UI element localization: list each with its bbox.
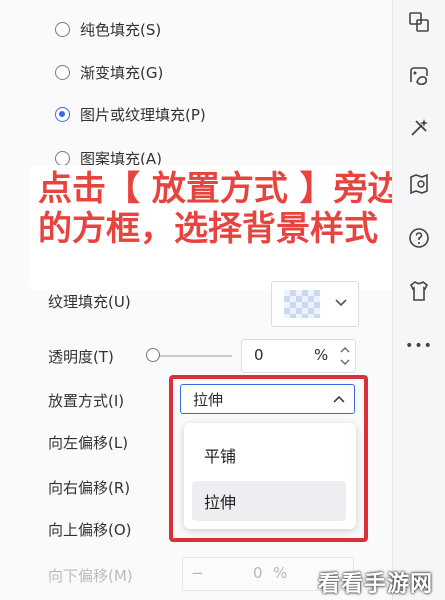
transparency-label: 透明度(T) — [48, 348, 114, 366]
texture-preview — [284, 290, 320, 318]
annotation-text: 点击【 放置方式 】旁边的方框，选择背景样式 — [38, 169, 402, 249]
placement-label: 放置方式(I) — [48, 392, 125, 410]
transparency-slider-handle[interactable] — [146, 348, 160, 362]
radio-label: 图片或纹理填充(P) — [80, 105, 206, 124]
radio-button[interactable] — [55, 150, 70, 166]
more-icon[interactable]: ••• — [405, 332, 433, 360]
help-icon[interactable] — [405, 224, 433, 252]
radio-picture-texture-fill[interactable]: 图片或纹理填充(P) — [55, 101, 206, 127]
offset-down-unit: % — [273, 564, 288, 582]
radio-gradient-fill[interactable]: 渐变填充(G) — [55, 59, 163, 85]
offset-right-label: 向右偏移(R) — [48, 479, 131, 497]
help-icon-glyph — [409, 228, 429, 248]
offset-up-label: 向上偏移(O) — [48, 521, 132, 539]
shirt-icon[interactable] — [405, 277, 433, 305]
radio-label: 纯色填充(S) — [80, 20, 162, 39]
radio-button[interactable] — [55, 21, 70, 37]
placement-option-stretch[interactable]: 拉伸 — [192, 481, 346, 521]
transparency-spinbox[interactable]: 0 % — [241, 339, 356, 373]
right-sidebar: ••• — [392, 0, 445, 600]
swap-icon-glyph — [409, 12, 429, 32]
radio-label: 渐变填充(G) — [80, 63, 164, 82]
placement-selected-value: 拉伸 — [193, 391, 224, 409]
shirt-icon-glyph — [409, 281, 429, 301]
minus-icon: − — [191, 564, 204, 582]
magic-tools-icon-glyph — [411, 119, 428, 136]
map-guide-icon-glyph — [410, 173, 428, 195]
radio-solid-fill[interactable]: 纯色填充(S) — [55, 16, 161, 42]
watermark-text: 看看手游网 — [318, 572, 434, 597]
swap-icon[interactable] — [405, 8, 433, 36]
paint-fill-icon-glyph — [410, 67, 428, 86]
chevron-down-icon — [335, 299, 347, 307]
radio-button[interactable] — [55, 64, 70, 80]
annotation-banner: 点击【 放置方式 】旁边的方框，选择背景样式 — [30, 165, 408, 290]
placement-dropdown-menu: 平铺 拉伸 — [184, 423, 356, 529]
paint-fill-icon[interactable] — [405, 62, 433, 90]
texture-fill-label: 纹理填充(U) — [48, 293, 131, 311]
offset-left-label: 向左偏移(L) — [48, 434, 129, 452]
radio-button-selected[interactable] — [55, 106, 70, 122]
transparency-slider-track[interactable] — [152, 355, 232, 357]
magic-tools-icon[interactable] — [405, 114, 433, 142]
offset-down-value: 0 — [253, 564, 263, 582]
fill-settings-panel: 纯色填充(S) 渐变填充(G) 图片或纹理填充(P) 图案填充(A) 点击【 放… — [0, 0, 408, 600]
chevron-up-icon — [333, 395, 345, 403]
texture-picker[interactable] — [271, 281, 359, 327]
placement-select[interactable]: 拉伸 — [180, 384, 355, 414]
stepper-arrows-icon[interactable] — [339, 344, 351, 368]
transparency-unit: % — [314, 346, 329, 364]
offset-down-label: 向下偏移(M) — [48, 567, 133, 585]
transparency-value: 0 — [254, 346, 264, 364]
map-guide-icon[interactable] — [405, 170, 433, 198]
placement-option-tile[interactable]: 平铺 — [192, 435, 346, 475]
